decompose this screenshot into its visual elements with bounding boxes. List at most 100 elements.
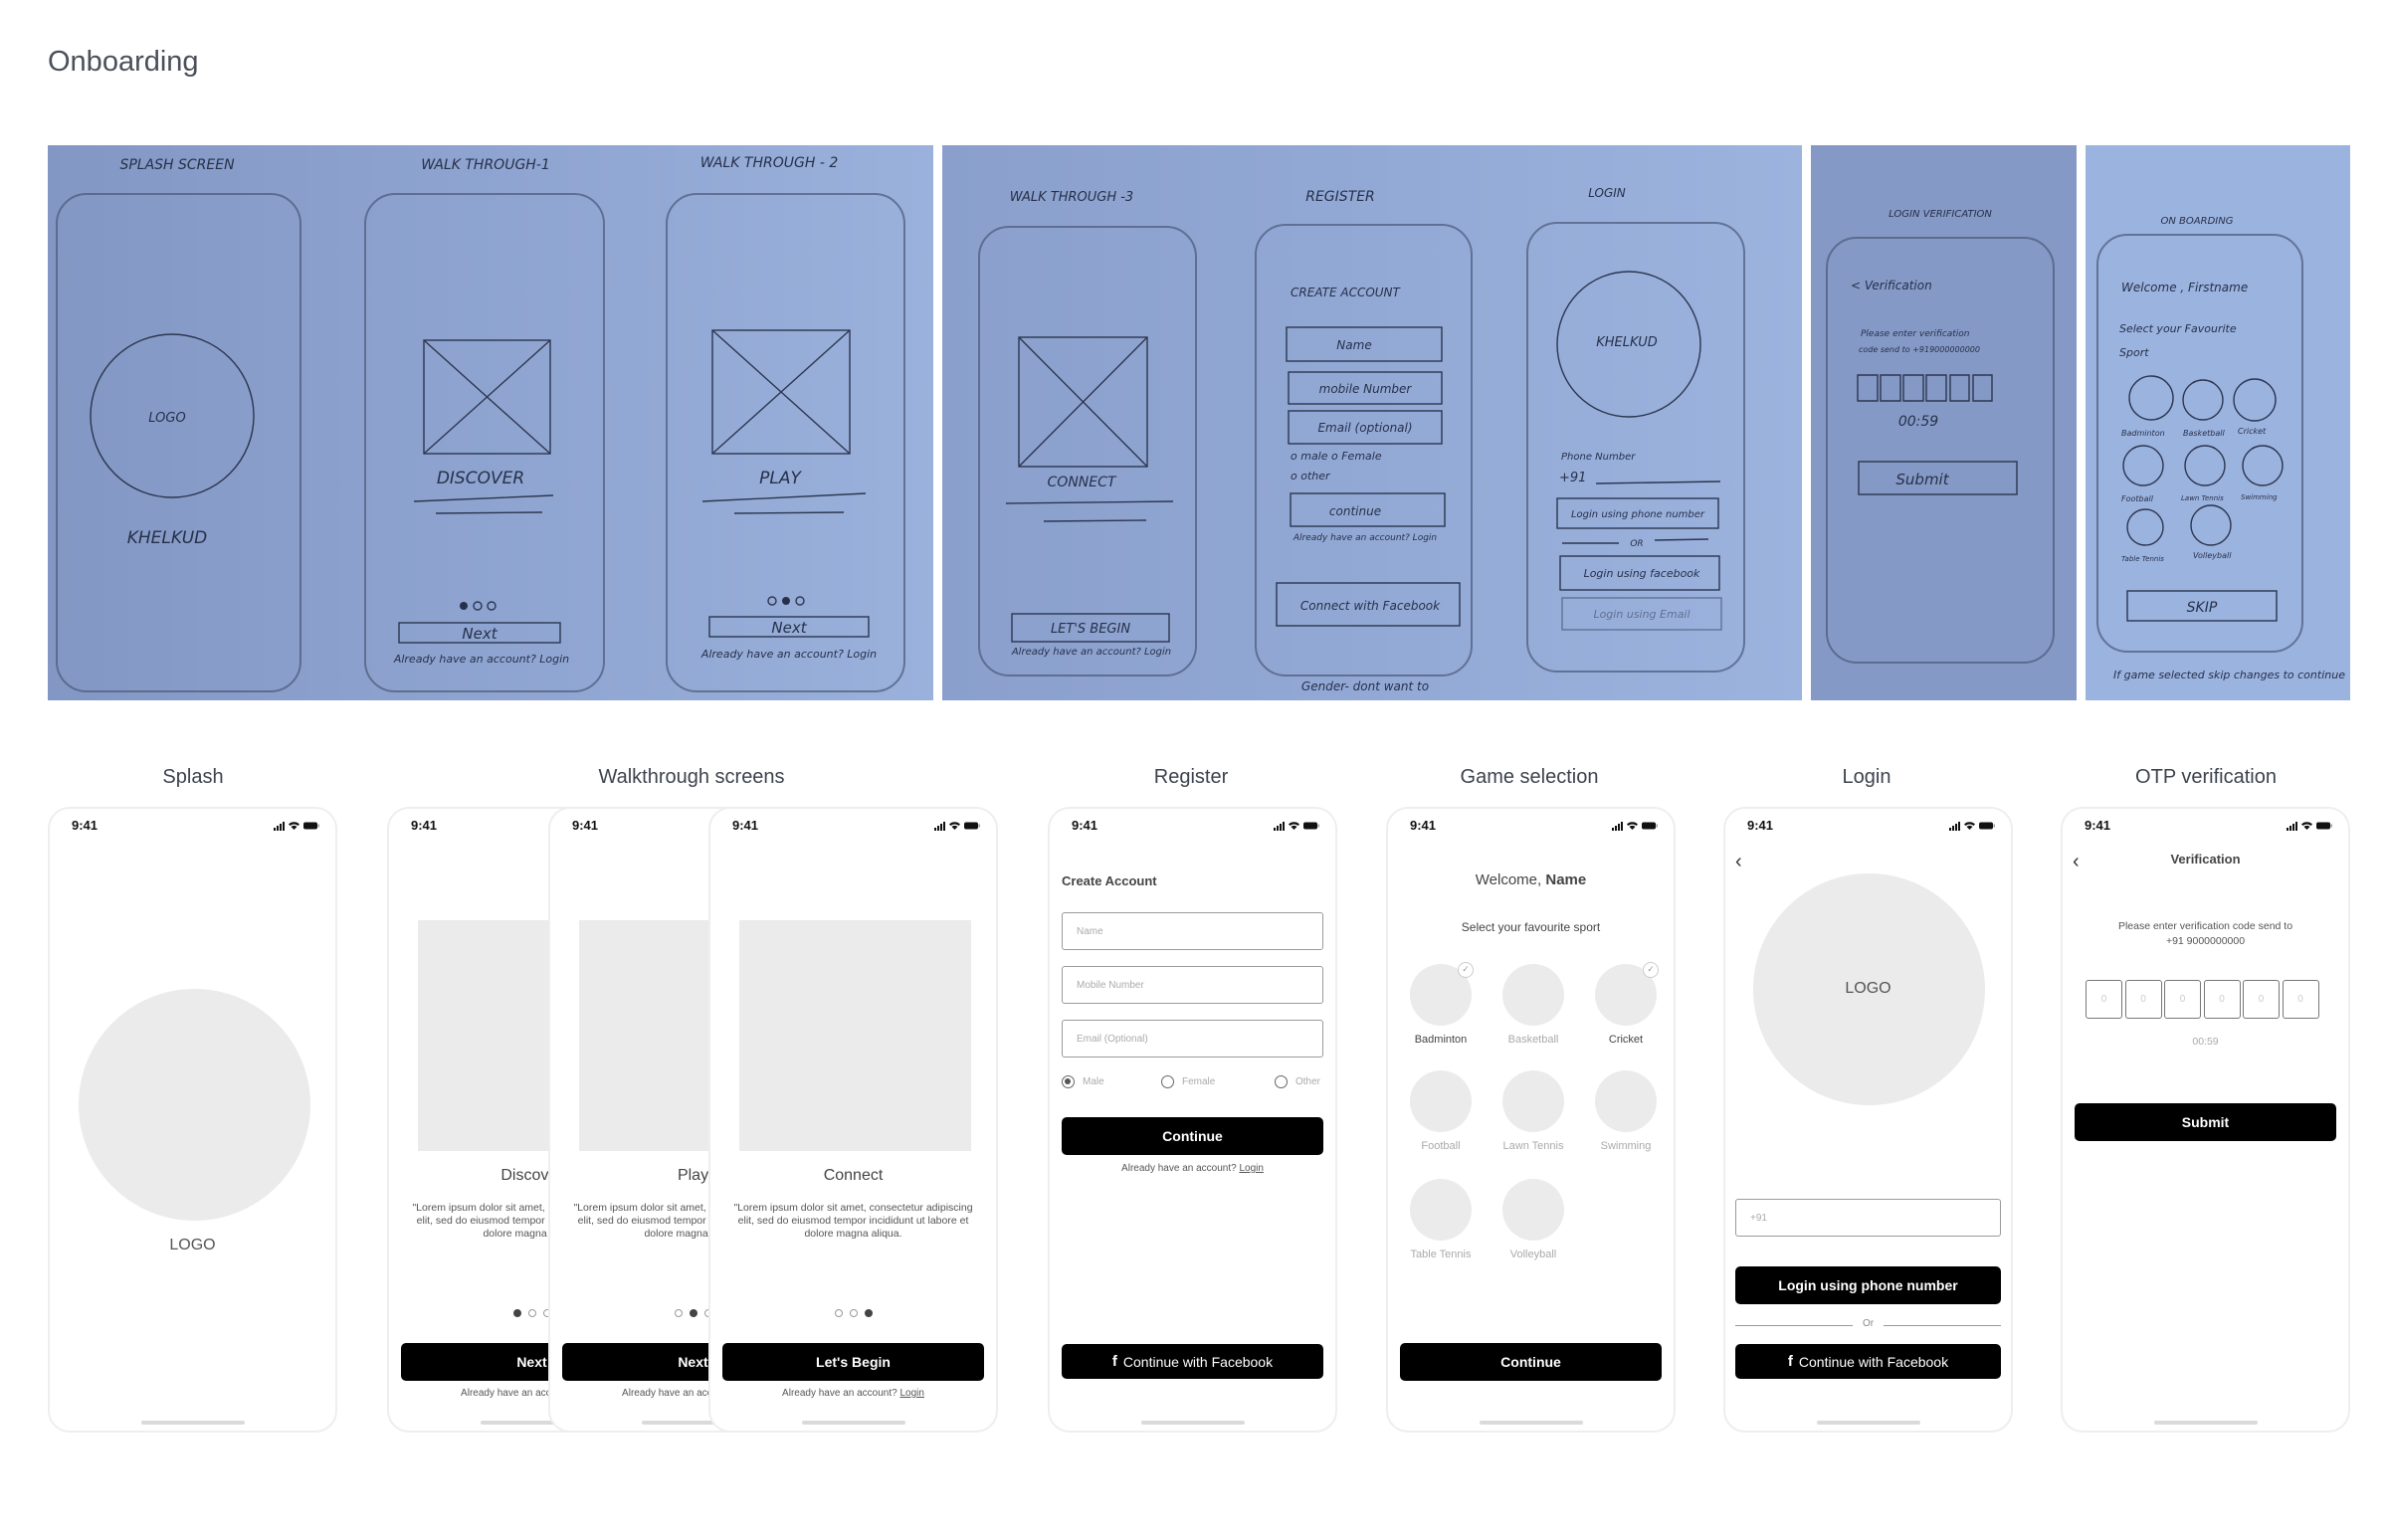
sketch-splash: SPLASH SCREEN LOGO KHELKUD <box>56 157 301 692</box>
sport-option[interactable]: ✓ Badminton <box>1396 962 1486 1046</box>
sketch-title: WALK THROUGH-1 <box>421 157 550 173</box>
otp-digit-input[interactable]: 0 <box>2124 980 2162 1019</box>
sport-image-placeholder[interactable] <box>1502 1070 1564 1132</box>
sport-image-placeholder[interactable] <box>1502 964 1564 1026</box>
verification-title: Verification <box>2170 852 2241 866</box>
otp-instruction: Please enter verification code send to <box>2117 920 2293 932</box>
otp-digit-input[interactable]: 0 <box>2164 980 2201 1019</box>
sketch-sport: Swimming <box>2241 493 2278 501</box>
login-link[interactable]: Login <box>899 1388 923 1399</box>
battery-icon <box>964 822 980 830</box>
sketch-brand: KHELKUD <box>1596 335 1658 350</box>
status-icons <box>1949 822 1995 831</box>
status-time: 9:41 <box>1410 818 1437 833</box>
submit-button[interactable]: Submit <box>2075 1103 2336 1141</box>
login-phone-button[interactable]: Login using phone number <box>1735 1266 2001 1304</box>
otp-digit-input[interactable]: 0 <box>2243 980 2280 1019</box>
sport-label: Cricket <box>1608 1034 1644 1046</box>
login-link[interactable]: Login <box>1239 1163 1263 1174</box>
page-dot-active[interactable] <box>689 1309 697 1317</box>
sport-image-placeholder[interactable] <box>1502 1179 1564 1241</box>
sketch-button: SKIP <box>2187 600 2218 616</box>
prompt-text: Already have an account? <box>782 1388 897 1399</box>
sketch-photo-3: LOGIN VERIFICATION < Verification Please… <box>1811 145 2077 700</box>
sport-option[interactable]: Volleyball <box>1489 1179 1578 1260</box>
facebook-button[interactable]: f Continue with Facebook <box>1735 1344 2001 1379</box>
radio-circle[interactable] <box>1275 1075 1288 1088</box>
signal-icon <box>2287 822 2297 831</box>
sport-option[interactable]: Football <box>1396 1070 1486 1152</box>
otp-digit-input[interactable]: 0 <box>2086 980 2122 1019</box>
signal-icon <box>1274 822 1285 831</box>
otp-digit-input[interactable]: 0 <box>2282 980 2319 1019</box>
page-dot[interactable] <box>849 1309 858 1317</box>
home-indicator <box>1479 1421 1583 1425</box>
sport-option[interactable]: Table Tennis <box>1396 1179 1486 1260</box>
facebook-label: Continue with Facebook <box>1798 1353 1949 1370</box>
signal-icon <box>1949 822 1960 831</box>
sport-label: Volleyball <box>1509 1249 1557 1260</box>
sketch-gender: o other <box>1291 470 1331 482</box>
sport-image-placeholder[interactable] <box>1410 1179 1472 1241</box>
email-input[interactable]: Email (Optional) <box>1062 1020 1323 1058</box>
sketch-walk2: WALK THROUGH - 2 PLAY Next Already have … <box>666 155 905 692</box>
page-dot-active[interactable] <box>864 1309 873 1317</box>
radio-circle[interactable] <box>1161 1075 1174 1088</box>
sketch-timer: 00:59 <box>1898 414 1938 430</box>
sketch-title: REGISTER <box>1305 189 1375 205</box>
sport-option[interactable]: ✓ Cricket <box>1581 962 1671 1046</box>
continue-button[interactable]: Continue <box>1400 1343 1662 1381</box>
sport-image-placeholder[interactable] <box>1595 1070 1657 1132</box>
facebook-icon: f <box>1111 1353 1117 1370</box>
radio-other[interactable]: Other <box>1275 1075 1320 1088</box>
phone-register: 9:41 Create Account Name Mobile Number E… <box>1048 807 1337 1433</box>
facebook-button[interactable]: f Continue with Facebook <box>1062 1344 1323 1379</box>
home-indicator <box>140 1421 245 1425</box>
sport-option[interactable]: Basketball <box>1489 964 1578 1046</box>
sketch-title: WALK THROUGH -3 <box>1010 190 1133 205</box>
name-input[interactable]: Name <box>1062 912 1323 950</box>
sport-image-placeholder[interactable]: ✓ <box>1595 962 1659 1026</box>
wifi-icon <box>1289 822 1299 830</box>
radio-circle[interactable] <box>1062 1075 1075 1088</box>
page-dot-active[interactable] <box>512 1309 521 1317</box>
next-button[interactable]: Let's Begin <box>722 1343 984 1381</box>
logo-placeholder <box>79 989 310 1221</box>
sketch-gender: o male o Female <box>1291 450 1382 463</box>
section-label-otp: OTP verification <box>2135 766 2277 788</box>
radio-female[interactable]: Female <box>1161 1075 1215 1088</box>
image-placeholder <box>739 920 971 1151</box>
sketch-photo-1: SPLASH SCREEN LOGO KHELKUD WALK THROUGH-… <box>48 145 933 700</box>
logo-label: LOGO <box>169 1237 216 1253</box>
sport-label: Swimming <box>1600 1140 1652 1152</box>
radio-label: Male <box>1083 1076 1104 1087</box>
sport-image-placeholder[interactable]: ✓ <box>1410 962 1474 1026</box>
phone-input[interactable]: +91 <box>1735 1199 2001 1237</box>
back-chevron-icon[interactable]: ‹ <box>1735 851 1742 873</box>
page-dot[interactable] <box>674 1309 683 1317</box>
page-dot[interactable] <box>527 1309 536 1317</box>
otp-digit-input[interactable]: 0 <box>2203 980 2241 1019</box>
sport-label: Football <box>1421 1140 1461 1152</box>
status-time: 9:41 <box>732 818 759 833</box>
welcome-prefix: Welcome, <box>1475 871 1546 888</box>
sketch-title: SPLASH SCREEN <box>119 157 235 173</box>
sport-option[interactable]: Swimming <box>1581 1070 1671 1152</box>
sport-option[interactable]: Lawn Tennis <box>1489 1070 1578 1152</box>
radio-male[interactable]: Male <box>1062 1075 1104 1088</box>
sketch-heading: CREATE ACCOUNT <box>1291 286 1402 299</box>
continue-button[interactable]: Continue <box>1062 1117 1323 1155</box>
mobile-input[interactable]: Mobile Number <box>1062 966 1323 1004</box>
sketch-button: Next <box>771 619 807 637</box>
sketch-footer: Already have an account? Login <box>1293 533 1438 543</box>
sport-label: Basketball <box>1507 1034 1559 1046</box>
create-account-heading: Create Account <box>1062 873 1157 888</box>
status-icons <box>934 822 980 831</box>
sketch-heading: CONNECT <box>1048 475 1117 490</box>
sketch-button: Connect with Facebook <box>1300 599 1441 613</box>
sketch-sport: Football <box>2121 494 2154 503</box>
page-dot[interactable] <box>834 1309 843 1317</box>
sketch-sport: Basketball <box>2183 429 2225 438</box>
check-icon: ✓ <box>1458 962 1474 978</box>
sport-image-placeholder[interactable] <box>1410 1070 1472 1132</box>
